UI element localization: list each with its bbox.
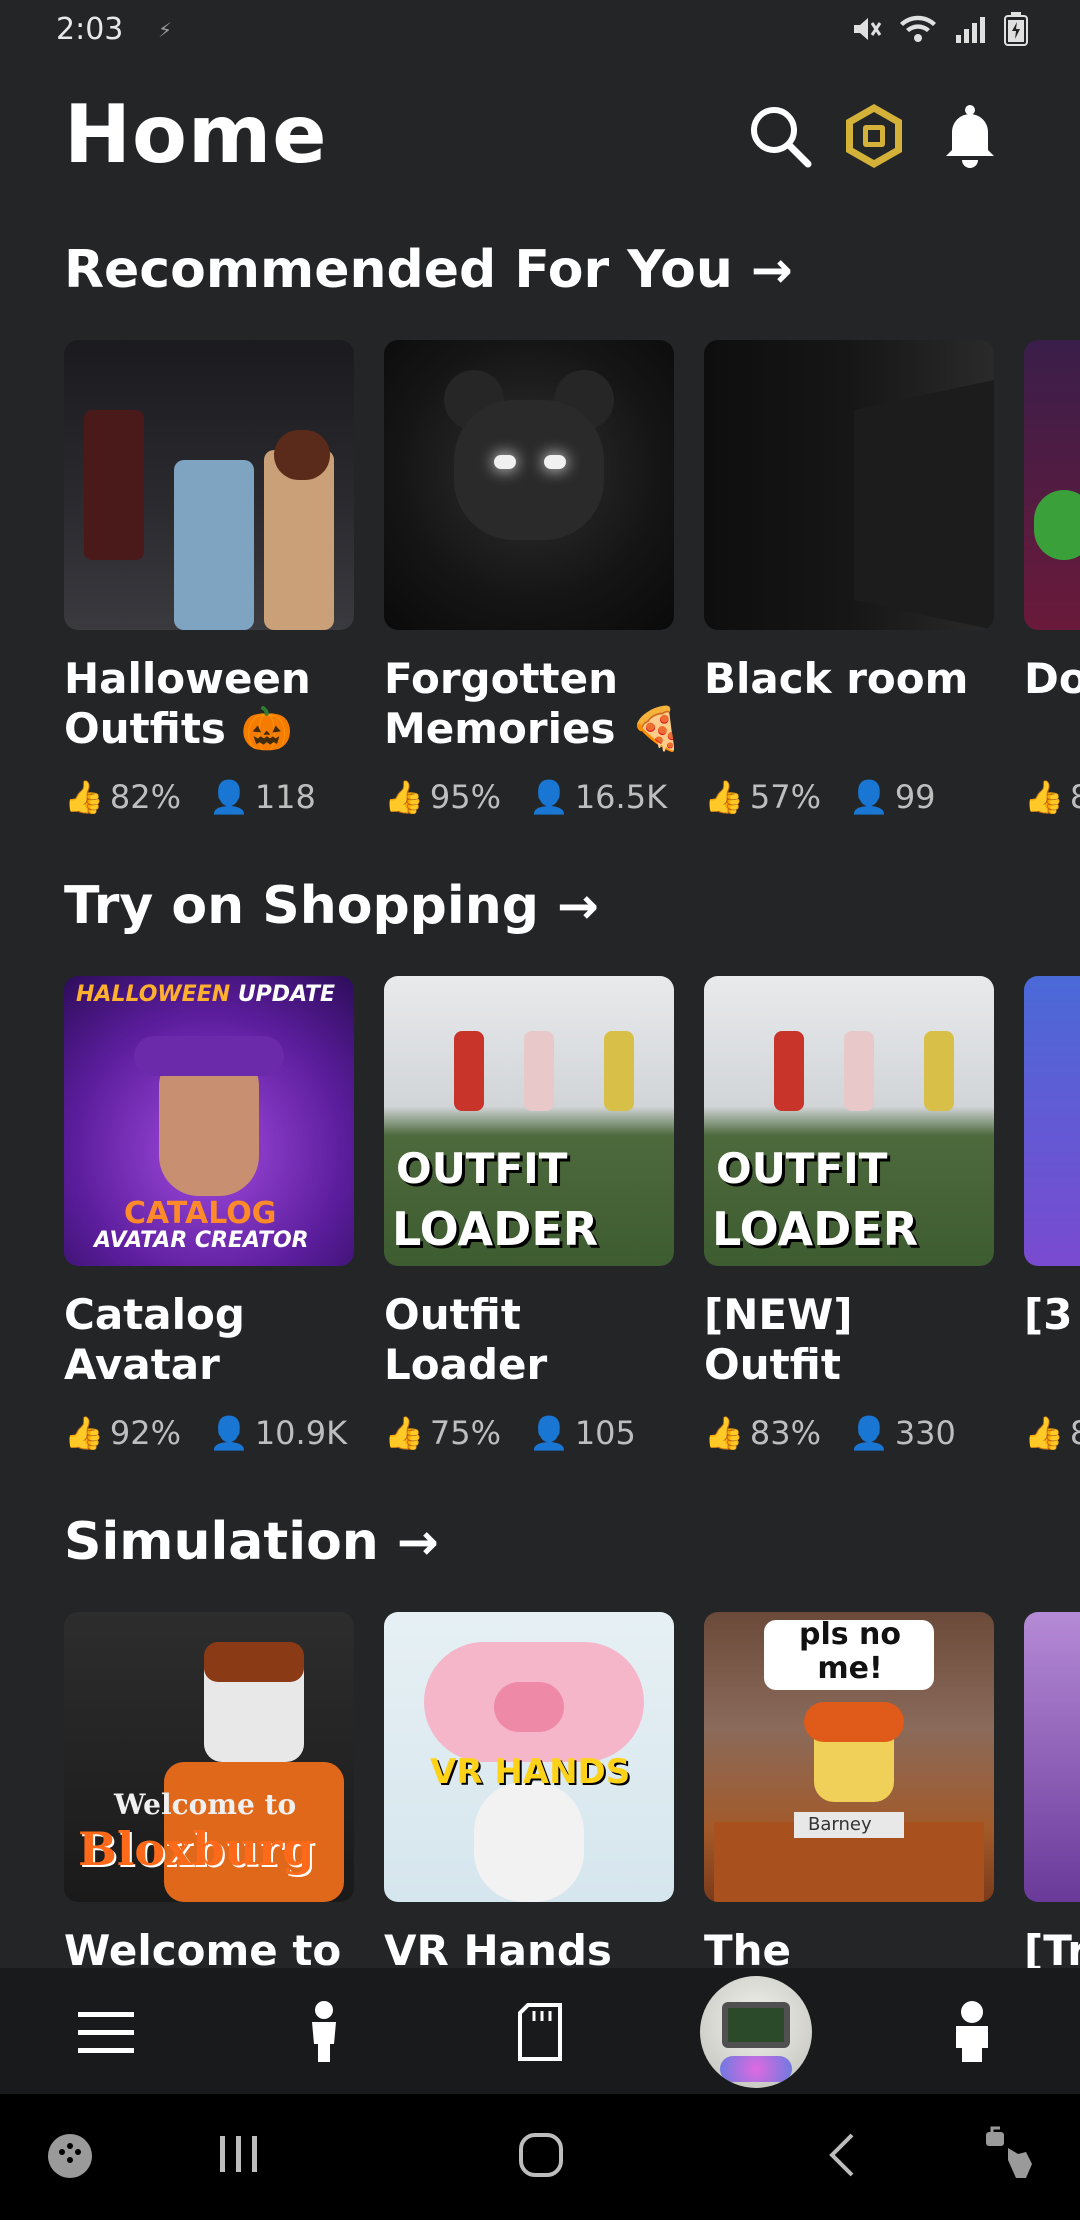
- game-card[interactable]: [Tr: [1024, 1612, 1080, 1968]
- game-card[interactable]: OUTFIT LOADER Outfit Loader 👍 75% 👤 105: [384, 976, 674, 1452]
- game-card[interactable]: Do Me 👍8: [1024, 340, 1080, 816]
- game-launcher-icon[interactable]: [46, 2132, 94, 2184]
- game-card[interactable]: VR HANDS VR Hands: [384, 1612, 674, 1968]
- simulation-row: Welcome to Bloxburg Welcome to VR HANDS …: [64, 1612, 1080, 1968]
- home-screen: 2:03 ⚡ Home Recommended For You → Hallow…: [0, 0, 1080, 2220]
- players-icon: 👤: [208, 778, 249, 816]
- players-icon: 👤: [528, 1414, 569, 1452]
- game-title: VR Hands: [384, 1926, 612, 1968]
- home-icon[interactable]: [518, 2132, 564, 2182]
- game-stats: 👍 57% 👤 99: [704, 778, 936, 816]
- wifi-icon: [898, 13, 938, 49]
- thumbs-up-icon: 👍: [384, 1414, 424, 1452]
- game-stats: 👍 82% 👤 118: [64, 778, 316, 816]
- status-time: 2:03: [56, 12, 124, 47]
- game-card[interactable]: Halloween Outfits 🎃 👍 82% 👤 118: [64, 340, 354, 816]
- game-title: Catalog Avatar: [64, 1290, 245, 1389]
- game-title: [3 🎃: [1024, 1290, 1080, 1339]
- section-title-recommended[interactable]: Recommended For You →: [64, 240, 793, 300]
- game-stats: 👍 83% 👤 330: [704, 1414, 956, 1452]
- game-thumbnail: Welcome to Bloxburg: [64, 1612, 354, 1902]
- section-title-shopping[interactable]: Try on Shopping →: [64, 876, 599, 936]
- game-title: The: [704, 1926, 792, 1968]
- game-title: [NEW] Outfit: [704, 1290, 853, 1389]
- game-thumbnail: [1024, 976, 1080, 1266]
- signal-icon: [954, 13, 988, 49]
- recommended-row: Halloween Outfits 🎃 👍 82% 👤 118 Forgotten …: [64, 340, 1080, 860]
- arrow-right-icon: →: [396, 1513, 439, 1571]
- game-thumbnail: OUTFIT LOADER: [704, 976, 994, 1266]
- arrow-right-icon: →: [556, 877, 599, 935]
- game-title: [Tr: [1024, 1926, 1080, 1968]
- game-thumbnail: HALLOWEEN UPDATE CATALOG AVATAR CREATOR: [64, 976, 354, 1266]
- mute-icon: [850, 13, 882, 49]
- players-icon: 👤: [528, 778, 569, 816]
- game-thumbnail: [1024, 1612, 1080, 1902]
- section-title-simulation[interactable]: Simulation →: [64, 1512, 439, 1572]
- game-stats: 👍8: [1024, 1414, 1080, 1452]
- status-bar: 2:03 ⚡: [0, 0, 1080, 62]
- game-thumbnail: [64, 340, 354, 630]
- players-icon: 👤: [208, 1414, 249, 1452]
- game-stats: 👍8: [1024, 778, 1080, 816]
- game-thumbnail: [1024, 340, 1080, 630]
- notification-dot-icon: ⚡: [158, 18, 173, 42]
- game-card[interactable]: [3 🎃 👍8: [1024, 976, 1080, 1452]
- bottom-nav: [0, 1968, 1080, 2094]
- shopping-row: HALLOWEEN UPDATE CATALOG AVATAR CREATOR …: [64, 976, 1080, 1496]
- notifications-bell-icon[interactable]: [936, 102, 1004, 170]
- menu-icon[interactable]: [64, 1990, 148, 2074]
- game-stats: 👍 92% 👤 10.9K: [64, 1414, 348, 1452]
- game-card[interactable]: OUTFIT LOADER [NEW] Outfit 👍 83% 👤 330: [704, 976, 994, 1452]
- game-title: Halloween Outfits 🎃: [64, 654, 311, 753]
- game-title: Black room: [704, 654, 969, 703]
- game-card[interactable]: HALLOWEEN UPDATE CATALOG AVATAR CREATOR …: [64, 976, 354, 1452]
- game-thumbnail: [384, 340, 674, 630]
- game-card[interactable]: pls no me! Barney The: [704, 1612, 994, 1968]
- catalog-icon[interactable]: [498, 1990, 582, 2074]
- thumbs-up-icon: 👍: [64, 778, 104, 816]
- game-thumbnail: [704, 340, 994, 630]
- recent-apps-icon[interactable]: [218, 2134, 260, 2178]
- game-stats: 👍 75% 👤 105: [384, 1414, 636, 1452]
- search-icon[interactable]: [746, 102, 814, 170]
- thumbs-up-icon: 👍: [704, 778, 744, 816]
- game-stats: 👍 95% 👤 16.5K: [384, 778, 668, 816]
- user-avatar[interactable]: [700, 1976, 812, 2088]
- thumbs-up-icon: 👍: [704, 1414, 744, 1452]
- game-thumbnail: VR HANDS: [384, 1612, 674, 1902]
- robux-icon[interactable]: [840, 102, 908, 170]
- friends-icon[interactable]: [930, 1990, 1014, 2074]
- players-icon: 👤: [848, 778, 889, 816]
- players-icon: 👤: [848, 1414, 889, 1452]
- thumbs-up-icon: 👍: [1024, 1414, 1064, 1452]
- game-card[interactable]: Welcome to Bloxburg Welcome to: [64, 1612, 354, 1968]
- page-title: Home: [64, 88, 328, 181]
- status-icons: [850, 12, 1028, 50]
- thumbs-up-icon: 👍: [1024, 778, 1064, 816]
- battery-icon: [1004, 12, 1028, 50]
- accessibility-icon[interactable]: [982, 2124, 1038, 2184]
- game-thumbnail: OUTFIT LOADER: [384, 976, 674, 1266]
- arrow-right-icon: →: [750, 241, 793, 299]
- thumbs-up-icon: 👍: [384, 778, 424, 816]
- back-icon[interactable]: [826, 2132, 856, 2182]
- system-nav-bar: [0, 2094, 1080, 2220]
- game-card[interactable]: Black room 👍 57% 👤 99: [704, 340, 994, 816]
- game-card[interactable]: Forgotten Memories 🍕 👍 95% 👤 16.5K: [384, 340, 682, 816]
- thumbs-up-icon: 👍: [64, 1414, 104, 1452]
- game-title: Do Me: [1024, 654, 1080, 703]
- game-title: Welcome to: [64, 1926, 342, 1968]
- game-title: Outfit Loader: [384, 1290, 548, 1389]
- game-thumbnail: pls no me! Barney: [704, 1612, 994, 1902]
- game-title: Forgotten Memories 🍕: [384, 654, 683, 753]
- avatar-icon[interactable]: [282, 1990, 366, 2074]
